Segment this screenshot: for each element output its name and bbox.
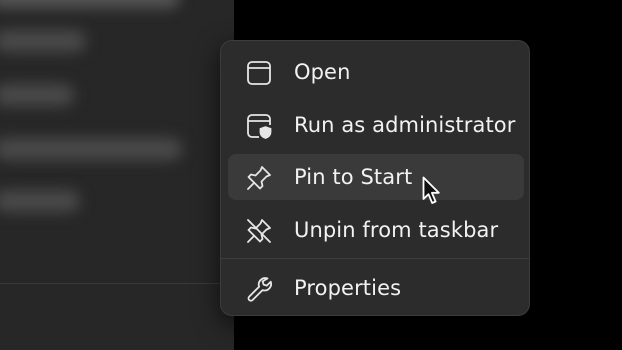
mouse-pointer-icon bbox=[422, 176, 442, 206]
menu-item-unpin-from-taskbar[interactable]: Unpin from taskbar bbox=[228, 207, 524, 253]
pin-icon bbox=[245, 164, 273, 192]
background-divider bbox=[0, 283, 234, 284]
blurred-text-line bbox=[0, 84, 74, 106]
blurred-text-line bbox=[0, 138, 182, 160]
context-menu: Open Run as administrator Pin to Start U… bbox=[220, 40, 530, 316]
menu-item-label: Properties bbox=[294, 276, 402, 300]
window-icon bbox=[245, 59, 273, 87]
menu-item-label: Unpin from taskbar bbox=[294, 218, 499, 242]
wrench-icon bbox=[245, 275, 273, 303]
menu-separator bbox=[221, 258, 529, 259]
blurred-background-panel bbox=[0, 0, 234, 350]
menu-item-label: Open bbox=[294, 60, 351, 84]
blurred-text-line bbox=[0, 0, 180, 8]
menu-item-run-as-administrator[interactable]: Run as administrator bbox=[228, 102, 524, 148]
screen: Open Run as administrator Pin to Start U… bbox=[0, 0, 622, 350]
unpin-icon bbox=[245, 217, 273, 245]
admin-shield-icon bbox=[245, 112, 273, 140]
blurred-text-line bbox=[0, 190, 80, 212]
blurred-text-line bbox=[0, 30, 86, 52]
menu-item-properties[interactable]: Properties bbox=[228, 265, 524, 311]
menu-item-label: Run as administrator bbox=[294, 113, 516, 137]
menu-item-pin-to-start[interactable]: Pin to Start bbox=[228, 154, 524, 200]
menu-item-open[interactable]: Open bbox=[228, 49, 524, 95]
menu-item-label: Pin to Start bbox=[294, 165, 413, 189]
